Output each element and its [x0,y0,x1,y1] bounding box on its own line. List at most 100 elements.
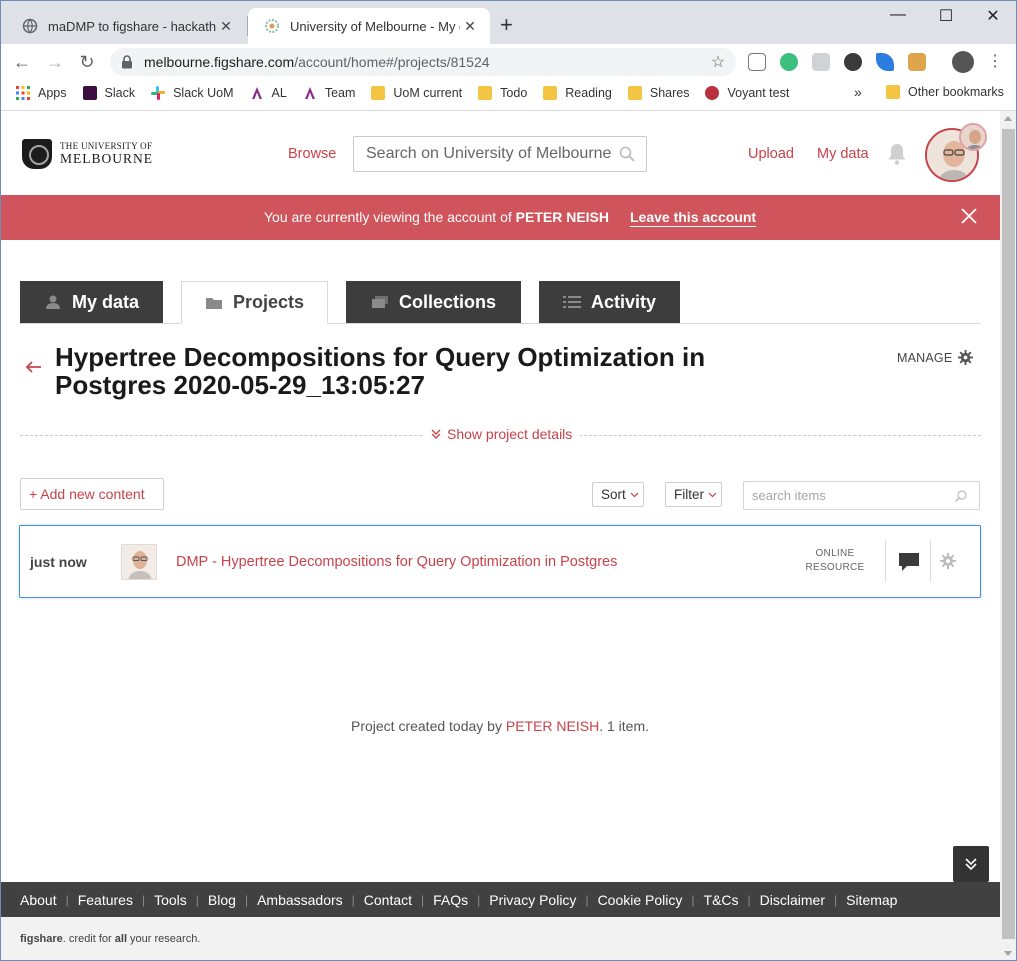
banner-user: PETER NEISH [515,209,609,225]
back-arrow-icon[interactable] [25,360,43,374]
clock-extension-icon[interactable] [844,53,862,71]
gear-icon[interactable] [940,553,956,569]
item-search[interactable] [743,481,980,510]
my-data-link[interactable]: My data [817,146,869,162]
footer-link-disclaimer[interactable]: Disclaimer [760,892,825,908]
chevron-down-icon [630,492,639,497]
bookmarks-overflow-button[interactable]: » [854,84,862,100]
browser-tab-title: University of Melbourne - My data [290,18,460,34]
footer-link-sitemap[interactable]: Sitemap [846,892,897,908]
tab-label: My data [71,291,140,312]
document-extension-icon[interactable] [748,53,766,71]
scroll-up-arrow-icon[interactable] [1004,116,1012,121]
scroll-down-arrow-icon[interactable] [1004,951,1012,956]
banner-prefix: You are currently viewing the account of [264,209,512,225]
footer-link-faqs[interactable]: FAQs [433,892,468,908]
footer-link-cookie[interactable]: Cookie Policy [598,892,683,908]
window-close-button[interactable]: ✕ [973,6,1013,26]
leave-account-link[interactable]: Leave this account [630,209,757,227]
browser-menu-icon[interactable]: ⋮ [983,50,1007,74]
logo-small-text: THE UNIVERSITY OF [60,141,153,151]
browse-link[interactable]: Browse [288,146,336,162]
url-host: melbourne.figshare.com [144,54,295,70]
add-new-content-button[interactable]: + Add new content [20,478,164,510]
al-icon [251,87,262,99]
bookmark-al[interactable]: AL [250,86,287,100]
browser-tab-madmp[interactable]: maDMP to figshare - hackathon ✕ [6,8,246,44]
face-icon [961,125,985,149]
sort-label: Sort [601,487,626,502]
bookmark-slack-uom[interactable]: Slack UoM [151,86,234,100]
bookmark-voyant-test[interactable]: Voyant test [705,86,789,100]
summary-prefix: Project created today by [350,718,502,734]
feather-extension-icon[interactable] [876,53,894,71]
tab-activity[interactable]: Activity [539,281,680,323]
other-bookmarks[interactable]: Other bookmarks [886,85,1004,99]
bookmark-slack[interactable]: Slack [82,86,135,100]
item-type: ONLINE RESOURCE [800,547,870,575]
profile-avatar-icon[interactable] [952,51,974,73]
browser-tab-melbourne[interactable]: University of Melbourne - My data ✕ [248,8,490,44]
reload-icon[interactable]: ↻ [75,50,99,74]
browser-toolbar: ← → ↻ melbourne.figshare.com/account/hom… [0,44,1017,80]
new-tab-button[interactable]: + [500,14,513,36]
filter-dropdown[interactable]: Filter [665,482,722,507]
maximize-button[interactable]: ☐ [926,6,966,26]
bell-icon[interactable] [887,142,907,166]
footer-link-privacy[interactable]: Privacy Policy [489,892,576,908]
double-chevron-down-icon [965,858,977,871]
footer-link-tools[interactable]: Tools [154,892,187,908]
slack-icon [151,86,166,100]
bookmark-apps[interactable]: Apps [16,86,67,100]
footer-link-contact[interactable]: Contact [364,892,412,908]
forward-arrow-icon[interactable]: → [43,50,67,74]
site-search[interactable] [353,136,647,172]
bookmark-reading[interactable]: Reading [543,86,612,100]
manage-button[interactable]: MANAGE [897,350,974,365]
close-tab-icon[interactable]: ✕ [216,18,236,35]
footer-link-ambassadors[interactable]: Ambassadors [257,892,343,908]
back-arrow-icon[interactable]: ← [10,50,34,74]
bookmark-star-icon[interactable]: ☆ [706,52,730,72]
item-search-input[interactable] [752,488,952,503]
user-avatar[interactable] [925,123,987,182]
show-project-details[interactable]: Show project details [422,426,581,442]
footer-link-blog[interactable]: Blog [208,892,236,908]
footer-separator: | [421,892,425,907]
comment-icon[interactable] [898,552,920,572]
layers-extension-icon[interactable] [812,53,830,71]
tab-my-data[interactable]: My data [20,281,163,323]
face-icon [122,545,156,579]
tab-projects[interactable]: Projects [181,281,328,324]
search-icon[interactable] [618,145,636,163]
bookmark-uom-current[interactable]: UoM current [371,86,462,100]
footer-link-tcs[interactable]: T&Cs [704,892,739,908]
bookmark-label: Todo [500,86,528,100]
university-logo[interactable]: THE UNIVERSITY OF MELBOURNE [22,139,153,169]
summary-user-link[interactable]: PETER NEISH [506,718,599,734]
show-details-label: Show project details [447,426,573,442]
bookmark-team[interactable]: Team [303,86,355,100]
site-search-input[interactable] [366,145,614,163]
bookmark-todo[interactable]: Todo [478,86,527,100]
scroll-bottom-button[interactable] [953,846,989,882]
voyant-icon [705,86,720,100]
close-tab-icon[interactable]: ✕ [460,18,480,35]
scrollbar-thumb[interactable] [1002,129,1015,939]
grammarly-extension-icon[interactable] [780,53,798,71]
upload-link[interactable]: Upload [748,146,794,162]
tab-collections[interactable]: Collections [346,281,521,323]
minimize-button[interactable]: — [878,6,918,24]
bookmark-shares[interactable]: Shares [627,86,689,100]
page-scrollbar[interactable] [1000,111,1017,961]
footer-link-about[interactable]: About [20,892,57,908]
robot-extension-icon[interactable] [908,53,926,71]
search-icon[interactable] [954,489,968,503]
footer-tagline-mid: . credit for [62,933,115,945]
close-icon[interactable] [959,206,979,226]
address-bar[interactable]: melbourne.figshare.com/account/home#/pro… [110,48,736,76]
list-item[interactable]: just now DMP - Hypertree Decompositions … [19,525,981,598]
footer-link-features[interactable]: Features [78,892,133,908]
sort-dropdown[interactable]: Sort [592,482,644,507]
item-title-link[interactable]: DMP - Hypertree Decompositions for Query… [176,554,617,570]
